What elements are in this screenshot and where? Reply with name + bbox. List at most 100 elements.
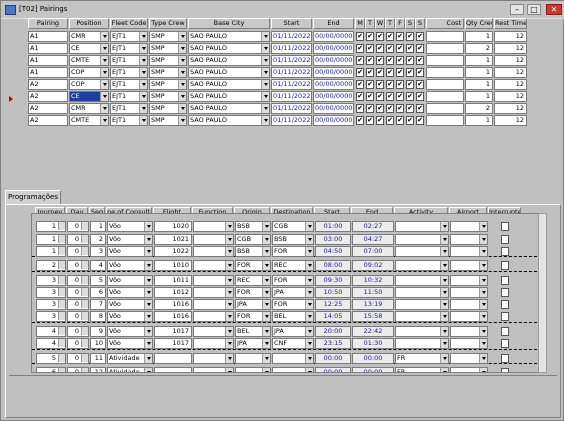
- airport-select[interactable]: [450, 367, 488, 372]
- type-crew-select[interactable]: SMP: [149, 91, 187, 102]
- chevron-down-icon[interactable]: [305, 261, 313, 270]
- consultation-type-select[interactable]: Vôo: [107, 326, 153, 337]
- rest-time-field[interactable]: 12: [494, 115, 527, 126]
- end-date-field[interactable]: 00/00/0000: [313, 31, 354, 42]
- chevron-down-icon[interactable]: [139, 80, 147, 89]
- chevron-down-icon[interactable]: [305, 235, 313, 244]
- qty-crew-field[interactable]: 1: [465, 79, 493, 90]
- flight-field[interactable]: [154, 367, 192, 372]
- airport-select[interactable]: [450, 246, 488, 257]
- spin-down-icon[interactable]: [81, 239, 88, 243]
- start-time-field[interactable]: 03:00: [315, 234, 351, 245]
- start-time-field[interactable]: 10:50: [315, 287, 351, 298]
- chevron-down-icon[interactable]: [262, 312, 270, 321]
- start-time-field[interactable]: 01:00: [315, 221, 351, 232]
- journey-stepper[interactable]: 4: [36, 338, 66, 349]
- spin-down-icon[interactable]: [58, 226, 65, 230]
- cost-field[interactable]: [426, 55, 464, 66]
- rest-time-field[interactable]: 12: [494, 91, 527, 102]
- chevron-down-icon[interactable]: [261, 80, 269, 89]
- weekday-checkbox[interactable]: ✔: [356, 68, 364, 77]
- airport-select[interactable]: [450, 275, 488, 286]
- spin-down-icon[interactable]: [58, 292, 65, 296]
- table-row[interactable]: A1 CMR EJT1 SMP SAO PAULO 01/11/2022 00/00/000…: [1, 31, 561, 42]
- seq-field[interactable]: 4: [90, 260, 106, 271]
- qty-crew-field[interactable]: 1: [465, 115, 493, 126]
- weekday-checkbox[interactable]: ✔: [416, 32, 424, 41]
- end-time-field[interactable]: 22:42: [352, 326, 394, 337]
- cost-field[interactable]: [426, 67, 464, 78]
- weekday-checkbox[interactable]: ✔: [376, 80, 384, 89]
- activity-select[interactable]: FR: [395, 353, 449, 364]
- chevron-down-icon[interactable]: [100, 68, 108, 77]
- day-stepper[interactable]: 0: [67, 234, 89, 245]
- cost-field[interactable]: [426, 103, 464, 114]
- chevron-down-icon[interactable]: [139, 104, 147, 113]
- rest-time-field[interactable]: 12: [494, 55, 527, 66]
- airport-select[interactable]: [450, 338, 488, 349]
- consultation-type-select[interactable]: Vôo: [107, 246, 153, 257]
- column-header[interactable]: S: [405, 18, 415, 29]
- weekday-checkbox[interactable]: ✔: [386, 92, 394, 101]
- chevron-down-icon[interactable]: [479, 261, 487, 270]
- qty-crew-field[interactable]: 1: [465, 55, 493, 66]
- interrupted-checkbox[interactable]: [501, 300, 509, 309]
- end-date-field[interactable]: 00/00/0000: [313, 115, 354, 126]
- origin-select[interactable]: [235, 353, 271, 364]
- function-select[interactable]: [193, 260, 234, 271]
- rest-time-field[interactable]: 12: [494, 67, 527, 78]
- chevron-down-icon[interactable]: [178, 68, 186, 77]
- weekday-checkbox[interactable]: ✔: [396, 104, 404, 113]
- end-time-field[interactable]: 15:58: [352, 311, 394, 322]
- end-time-field[interactable]: 00:00: [352, 367, 394, 372]
- type-crew-select[interactable]: SMP: [149, 115, 187, 126]
- chevron-down-icon[interactable]: [262, 235, 270, 244]
- function-select[interactable]: [193, 221, 234, 232]
- destination-select[interactable]: CGB: [272, 221, 314, 232]
- weekday-checkbox[interactable]: ✔: [416, 44, 424, 53]
- function-select[interactable]: [193, 275, 234, 286]
- start-time-field[interactable]: 23:15: [315, 338, 351, 349]
- start-date-field[interactable]: 01/11/2022: [271, 43, 312, 54]
- chevron-down-icon[interactable]: [261, 92, 269, 101]
- chevron-down-icon[interactable]: [144, 354, 152, 363]
- base-city-select[interactable]: SAO PAULO: [188, 115, 270, 126]
- chevron-down-icon[interactable]: [261, 68, 269, 77]
- journey-stepper[interactable]: 3: [36, 311, 66, 322]
- function-select[interactable]: [193, 353, 234, 364]
- pairing-cell[interactable]: A2: [28, 103, 68, 114]
- start-time-field[interactable]: 00:00: [315, 353, 351, 364]
- spin-down-icon[interactable]: [81, 304, 88, 308]
- consultation-type-select[interactable]: Vôo: [107, 338, 153, 349]
- pairing-cell[interactable]: A1: [28, 55, 68, 66]
- chevron-down-icon[interactable]: [225, 261, 233, 270]
- spin-down-icon[interactable]: [81, 372, 88, 373]
- weekday-checkbox[interactable]: ✔: [396, 68, 404, 77]
- end-date-field[interactable]: 00/00/0000: [313, 67, 354, 78]
- fleet-code-select[interactable]: EJT1: [110, 103, 148, 114]
- chevron-down-icon[interactable]: [144, 276, 152, 285]
- chevron-down-icon[interactable]: [479, 339, 487, 348]
- chevron-down-icon[interactable]: [225, 222, 233, 231]
- seq-field[interactable]: 6: [90, 287, 106, 298]
- interrupted-checkbox[interactable]: [501, 235, 509, 244]
- flight-field[interactable]: 1016: [154, 311, 192, 322]
- origin-select[interactable]: BSB: [235, 246, 271, 257]
- start-date-field[interactable]: 01/11/2022: [271, 115, 312, 126]
- column-header[interactable]: Qty Crew: [465, 18, 493, 29]
- position-select[interactable]: COP: [69, 67, 109, 78]
- consultation-type-select[interactable]: Vôo: [107, 260, 153, 271]
- chevron-down-icon[interactable]: [262, 222, 270, 231]
- end-date-field[interactable]: 00/00/0000: [313, 43, 354, 54]
- chevron-down-icon[interactable]: [100, 92, 108, 101]
- weekday-checkbox[interactable]: ✔: [376, 116, 384, 125]
- chevron-down-icon[interactable]: [225, 235, 233, 244]
- origin-select[interactable]: FOR: [235, 260, 271, 271]
- end-time-field[interactable]: 07:00: [352, 246, 394, 257]
- table-row[interactable]: 4 0 9 Vôo 1017 BEL JPA 20:00 22:42: [32, 326, 545, 337]
- chevron-down-icon[interactable]: [261, 104, 269, 113]
- chevron-down-icon[interactable]: [479, 300, 487, 309]
- type-crew-select[interactable]: SMP: [149, 31, 187, 42]
- activity-select[interactable]: [395, 287, 449, 298]
- table-row[interactable]: 3 0 7 Vôo 1016 JPA FOR 12:25 13:19: [32, 299, 545, 310]
